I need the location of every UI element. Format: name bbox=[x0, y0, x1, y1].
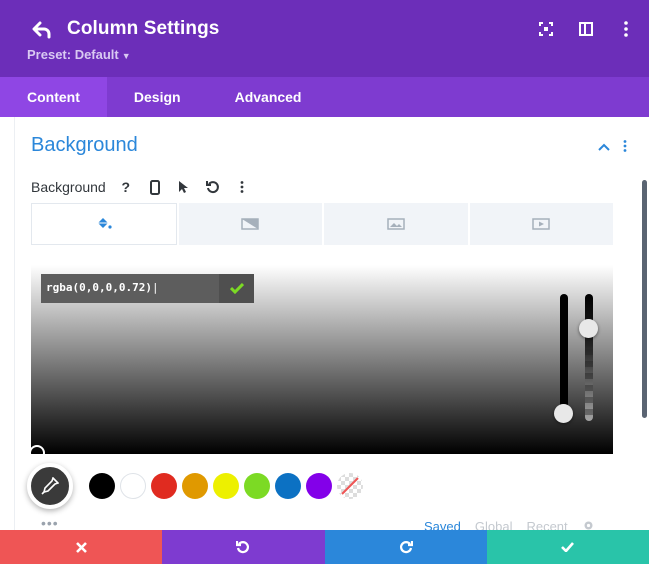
video-icon bbox=[532, 218, 550, 230]
color-value-input[interactable]: rgba(0,0,0,0.72)| bbox=[41, 274, 219, 303]
option-more-button[interactable] bbox=[232, 177, 252, 197]
tab-advanced[interactable]: Advanced bbox=[208, 77, 329, 117]
bg-tab-color[interactable] bbox=[31, 203, 177, 245]
gradient-icon bbox=[241, 218, 259, 230]
opacity-slider-handle[interactable] bbox=[579, 319, 598, 338]
swatch-blue[interactable] bbox=[275, 473, 301, 499]
color-value-confirm-button[interactable] bbox=[219, 274, 254, 303]
close-icon bbox=[75, 541, 87, 553]
reset-icon bbox=[205, 181, 219, 194]
swatch-orange[interactable] bbox=[182, 473, 208, 499]
color-swatches bbox=[89, 473, 363, 499]
saturation-handle[interactable] bbox=[29, 445, 45, 461]
redo-button[interactable] bbox=[324, 530, 487, 564]
color-value-text: rgba(0,0,0,0.72) bbox=[46, 281, 152, 294]
tab-design[interactable]: Design bbox=[107, 77, 208, 117]
collapse-section-button[interactable] bbox=[598, 138, 610, 156]
paint-bucket-icon bbox=[97, 218, 112, 229]
swatch-white[interactable] bbox=[120, 473, 146, 499]
eyedropper-button[interactable] bbox=[27, 463, 73, 509]
preset-label: Preset: Default bbox=[27, 47, 119, 62]
background-type-tabs bbox=[31, 203, 613, 245]
chevron-up-icon bbox=[598, 143, 610, 151]
undo-icon bbox=[236, 541, 250, 554]
tab-content[interactable]: Content bbox=[0, 77, 107, 117]
opacity-slider[interactable] bbox=[585, 294, 593, 421]
more-options-button[interactable] bbox=[617, 20, 635, 38]
settings-tabs: Content Design Advanced bbox=[0, 77, 649, 117]
caret-down-icon: ▼ bbox=[121, 51, 131, 61]
swatch-purple[interactable] bbox=[306, 473, 332, 499]
settings-panel: Background Background ? rgba(0,0,0,0.72)… bbox=[0, 117, 649, 534]
help-icon: ? bbox=[121, 179, 130, 195]
split-view-icon bbox=[579, 22, 593, 36]
redo-icon bbox=[399, 541, 413, 554]
reset-button[interactable] bbox=[203, 177, 223, 197]
split-view-button[interactable] bbox=[577, 20, 595, 38]
no-color-icon bbox=[341, 477, 359, 495]
modal-footer bbox=[0, 530, 649, 564]
bg-tab-gradient[interactable] bbox=[178, 203, 322, 245]
preset-dropdown[interactable]: Preset: Default ▼ bbox=[27, 47, 131, 62]
hue-slider-handle[interactable] bbox=[554, 404, 573, 423]
undo-button[interactable] bbox=[162, 530, 325, 564]
responsive-button[interactable] bbox=[145, 177, 165, 197]
section-divider bbox=[14, 117, 15, 530]
cancel-button[interactable] bbox=[0, 530, 163, 564]
vertical-dots-icon bbox=[624, 21, 628, 37]
modal-header: Column Settings Preset: Default ▼ bbox=[0, 0, 649, 77]
cursor-icon bbox=[179, 181, 189, 193]
hover-button[interactable] bbox=[174, 177, 194, 197]
back-button[interactable] bbox=[30, 18, 54, 42]
check-icon bbox=[561, 542, 575, 552]
vertical-dots-icon bbox=[623, 140, 627, 152]
save-button[interactable] bbox=[486, 530, 649, 564]
check-icon bbox=[229, 283, 244, 294]
swatch-yellow[interactable] bbox=[213, 473, 239, 499]
option-label: Background bbox=[31, 179, 106, 195]
modal-title: Column Settings bbox=[67, 18, 220, 39]
section-more-button[interactable] bbox=[623, 139, 627, 157]
swatch-green[interactable] bbox=[244, 473, 270, 499]
more-swatches-button[interactable]: ••• bbox=[41, 515, 59, 531]
swatch-none[interactable] bbox=[337, 473, 363, 499]
option-header: Background ? bbox=[31, 176, 261, 198]
mobile-icon bbox=[149, 179, 160, 195]
vertical-dots-icon bbox=[240, 181, 244, 193]
eyedropper-icon bbox=[41, 477, 59, 495]
scrollbar[interactable] bbox=[642, 180, 647, 418]
section-title[interactable]: Background bbox=[31, 134, 138, 157]
image-icon bbox=[387, 218, 405, 230]
back-arrow-icon bbox=[32, 21, 51, 39]
color-picker-saturation-area[interactable]: rgba(0,0,0,0.72)| bbox=[29, 265, 613, 461]
bg-tab-video[interactable] bbox=[469, 203, 613, 245]
help-button[interactable]: ? bbox=[116, 177, 136, 197]
bg-tab-image[interactable] bbox=[324, 203, 468, 245]
hue-slider[interactable] bbox=[560, 294, 568, 421]
swatch-black[interactable] bbox=[89, 473, 115, 499]
swatch-red[interactable] bbox=[151, 473, 177, 499]
expand-button[interactable] bbox=[537, 20, 555, 38]
expand-icon bbox=[539, 22, 553, 36]
